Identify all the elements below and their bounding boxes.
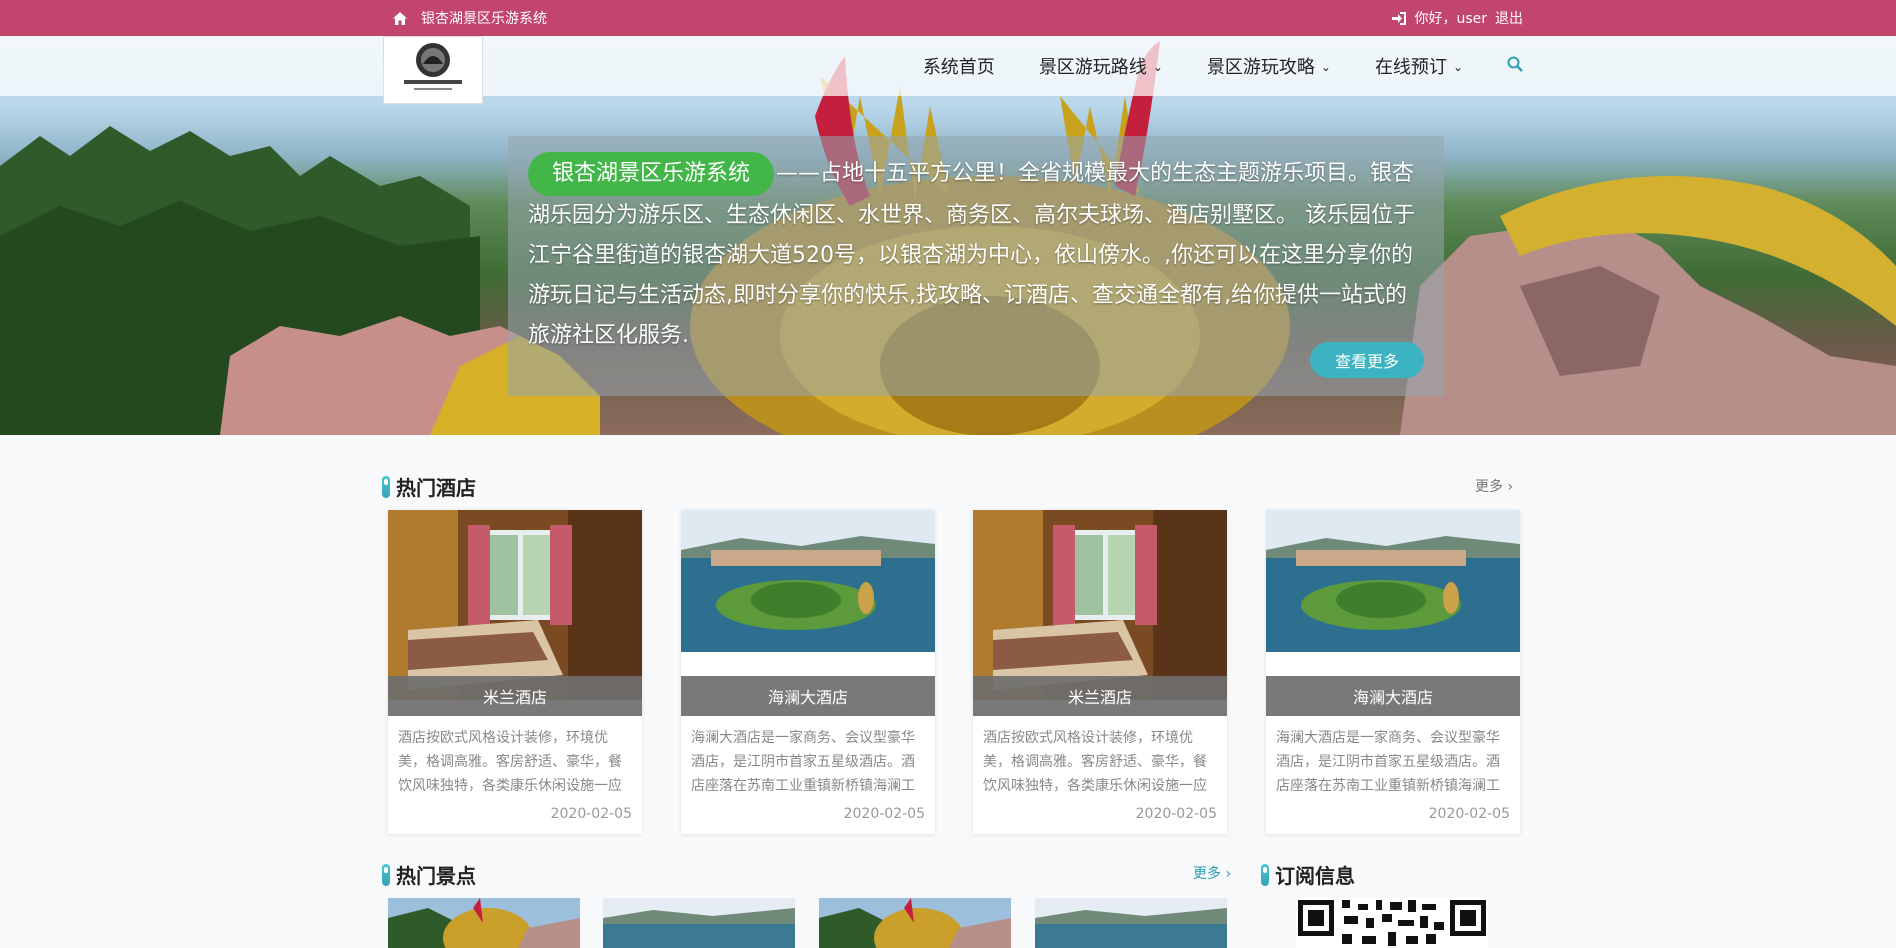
hotel-card[interactable]: 米兰酒店 酒店按欧式风格设计装修，环境优美，格调高雅。客房舒适、豪华，餐饮风味独…	[973, 510, 1227, 834]
site-name[interactable]: 银杏湖景区乐游系统	[421, 8, 547, 28]
chevron-down-icon: ⌄	[1452, 60, 1463, 74]
attraction-thumbnail[interactable]	[819, 898, 1011, 948]
hotel-name: 米兰酒店	[973, 676, 1227, 716]
lake-island-image	[681, 510, 935, 700]
nav-item-booking[interactable]: 在线预订 ⌄	[1375, 53, 1463, 79]
logout-link[interactable]: 退出	[1495, 8, 1523, 28]
section-marker-icon	[382, 863, 390, 886]
hotel-date: 2020-02-05	[1428, 806, 1510, 822]
hotel-date: 2020-02-05	[1135, 806, 1217, 822]
search-icon[interactable]	[1507, 56, 1523, 77]
subscribe-section-title: 订阅信息	[1261, 860, 1355, 889]
nav-item-label: 系统首页	[922, 57, 995, 78]
nav-item-label: 景区游玩路线	[1038, 57, 1147, 78]
logo-emblem	[404, 43, 462, 90]
greeting-text: 你好，user	[1414, 11, 1487, 27]
chevron-right-icon: ›	[1225, 866, 1232, 882]
main-nav: 系统首页 景区游玩路线 ⌄ 景区游玩攻略 ⌄ 在线预订 ⌄	[923, 36, 1523, 96]
hero-text: 银杏湖景区乐游系统 ——占地十五平方公里！全省规模最大的生态主题游乐项目。银杏湖乐…	[528, 152, 1424, 356]
hotel-card[interactable]: 米兰酒店 酒店按欧式风格设计装修，环境优美，格调高雅。客房舒适、豪华，餐饮风味独…	[388, 510, 642, 834]
hotel-name: 米兰酒店	[388, 676, 642, 716]
nav-item-label: 景区游玩攻略	[1206, 57, 1315, 78]
top-bar-left: 银杏湖景区乐游系统	[393, 0, 547, 36]
hotel-description: 海澜大酒店是一家商务、会议型豪华酒店，是江阴市首家五星级酒店。酒店座落在苏南工业…	[691, 730, 915, 794]
top-bar: 银杏湖景区乐游系统 你好，user 退出	[0, 0, 1896, 36]
hotels-more-link[interactable]: 更多 ›	[1475, 476, 1513, 496]
section-title-text: 订阅信息	[1275, 864, 1355, 888]
more-link-label: 更多	[1193, 866, 1221, 882]
hotel-date: 2020-02-05	[550, 806, 632, 822]
brand-pill: 银杏湖景区乐游系统	[528, 152, 775, 196]
section-marker-icon	[1261, 863, 1269, 886]
attraction-thumbnail[interactable]	[388, 898, 580, 948]
site-logo[interactable]	[383, 36, 483, 104]
chevron-right-icon: ›	[1507, 479, 1514, 495]
nav-item-home[interactable]: 系统首页	[923, 53, 995, 79]
hotel-name: 海澜大酒店	[1266, 676, 1520, 716]
hotel-date: 2020-02-05	[843, 806, 925, 822]
hotel-room-image	[388, 510, 642, 700]
chevron-down-icon: ⌄	[1320, 60, 1331, 74]
attractions-more-link[interactable]: 更多 ›	[1193, 863, 1231, 883]
nav-item-label: 在线预订	[1374, 57, 1447, 78]
view-more-button[interactable]: 查看更多	[1310, 342, 1424, 378]
chevron-down-icon: ⌄	[1152, 60, 1163, 74]
home-icon[interactable]	[393, 11, 407, 25]
attraction-thumbnail[interactable]	[603, 898, 795, 948]
qr-code	[1296, 898, 1488, 948]
hero-intro-box: 银杏湖景区乐游系统 ——占地十五平方公里！全省规模最大的生态主题游乐项目。银杏湖乐…	[508, 136, 1444, 396]
nav-item-guides[interactable]: 景区游玩攻略 ⌄	[1207, 53, 1331, 79]
hero-banner: 系统首页 景区游玩路线 ⌄ 景区游玩攻略 ⌄ 在线预订 ⌄ 银杏湖景区乐游系统 —…	[0, 36, 1896, 435]
more-link-label: 更多	[1475, 479, 1503, 495]
main-navbar: 系统首页 景区游玩路线 ⌄ 景区游玩攻略 ⌄ 在线预订 ⌄	[0, 36, 1896, 104]
hotel-description: 酒店按欧式风格设计装修，环境优美，格调高雅。客房舒适、豪华，餐饮风味独特，各类康…	[983, 730, 1207, 794]
hotels-section-title: 热门酒店	[382, 472, 476, 501]
section-marker-icon	[382, 475, 390, 498]
attraction-thumbnail[interactable]	[1035, 898, 1227, 948]
nav-item-routes[interactable]: 景区游玩路线 ⌄	[1039, 53, 1163, 79]
lake-island-image	[1266, 510, 1520, 700]
hotel-room-image	[973, 510, 1227, 700]
attractions-section-title: 热门景点	[382, 860, 476, 889]
section-title-text: 热门酒店	[396, 476, 476, 500]
section-title-text: 热门景点	[396, 864, 476, 888]
hotel-card[interactable]: 海澜大酒店 海澜大酒店是一家商务、会议型豪华酒店，是江阴市首家五星级酒店。酒店座…	[681, 510, 935, 834]
hotel-card[interactable]: 海澜大酒店 海澜大酒店是一家商务、会议型豪华酒店，是江阴市首家五星级酒店。酒店座…	[1266, 510, 1520, 834]
hotel-description: 酒店按欧式风格设计装修，环境优美，格调高雅。客房舒适、豪华，餐饮风味独特，各类康…	[398, 730, 622, 794]
hotel-description: 海澜大酒店是一家商务、会议型豪华酒店，是江阴市首家五星级酒店。酒店座落在苏南工业…	[1276, 730, 1500, 794]
sign-in-icon	[1392, 11, 1407, 25]
top-bar-right: 你好，user 退出	[1392, 0, 1523, 36]
hotel-name: 海澜大酒店	[681, 676, 935, 716]
